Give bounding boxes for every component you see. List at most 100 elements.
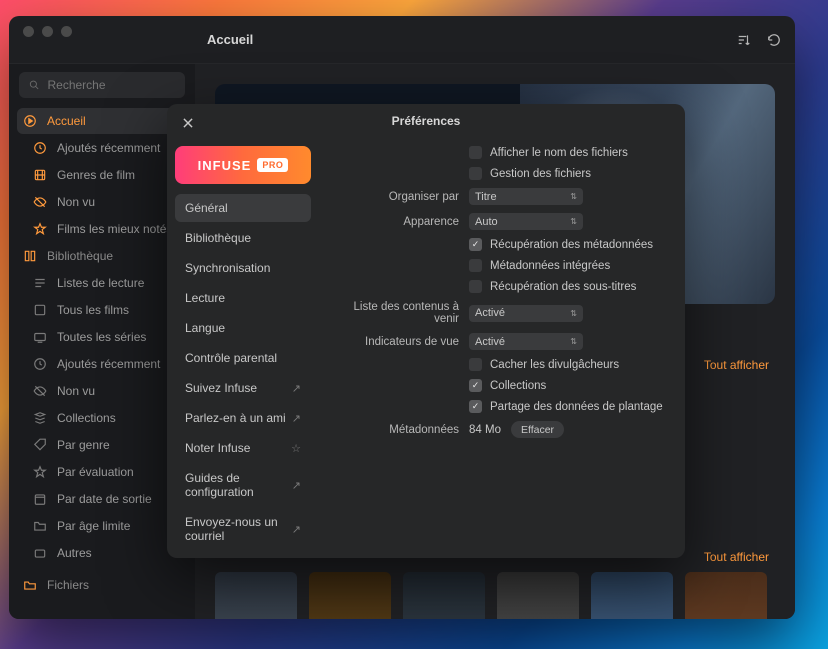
checkbox-collections[interactable]: ✓ (469, 379, 482, 392)
close-window-button[interactable] (23, 26, 34, 37)
eye-off-icon (33, 195, 47, 209)
tab-tell[interactable]: Parlez-en à un ami↗ (175, 404, 311, 432)
minimize-window-button[interactable] (42, 26, 53, 37)
sidebar-item-label: Non vu (57, 195, 95, 209)
tab-follow[interactable]: Suivez Infuse↗ (175, 374, 311, 402)
sort-icon[interactable] (737, 33, 751, 47)
checkbox-file-mgmt[interactable] (469, 167, 482, 180)
sidebar-item-genres[interactable]: Genres de film (17, 162, 187, 188)
box-icon (33, 546, 47, 560)
tab-parental[interactable]: Contrôle parental (175, 344, 311, 372)
clear-metadata-button[interactable]: Effacer (511, 421, 564, 438)
checkbox-subs-fetch[interactable] (469, 280, 482, 293)
preferences-dialog: Préférences INFUSE PRO Général Bibliothè… (167, 104, 685, 558)
external-link-icon: ↗ (292, 479, 301, 492)
refresh-icon[interactable] (767, 33, 781, 47)
sidebar-item-bygenre[interactable]: Par genre (17, 432, 187, 458)
sidebar-item-recent2[interactable]: Ajoutés récemment (17, 351, 187, 377)
form-label: Organiser par (327, 191, 469, 203)
sidebar-item-allseries[interactable]: Toutes les séries (17, 324, 187, 350)
form-label: Collections (490, 380, 546, 392)
sidebar-item-allfilms[interactable]: Tous les films (17, 297, 187, 323)
sidebar-item-byrating[interactable]: Par évaluation (17, 459, 187, 485)
tab-playback[interactable]: Lecture (175, 284, 311, 312)
select-organise-by[interactable]: Titre⇅ (469, 188, 583, 205)
infuse-logo-text: INFUSE (198, 158, 252, 173)
tab-rate[interactable]: Noter Infuse☆ (175, 434, 311, 462)
infuse-pro-banner[interactable]: INFUSE PRO (175, 146, 311, 184)
checkbox-meta-embedded[interactable] (469, 259, 482, 272)
tab-guides[interactable]: Guides de configuration↗ (175, 464, 311, 506)
sidebar-item-label: Genres de film (57, 168, 135, 182)
tab-email[interactable]: Envoyez-nous un courriel↗ (175, 508, 311, 550)
tab-label: Suivez Infuse (185, 381, 257, 395)
sidebar-item-unseen[interactable]: Non vu (17, 189, 187, 215)
sidebar-item-unseen2[interactable]: Non vu (17, 378, 187, 404)
sidebar-item-label: Par âge limite (57, 519, 130, 533)
sidebar-item-label: Par genre (57, 438, 110, 452)
show-all-link[interactable]: Tout afficher (704, 358, 769, 372)
maximize-window-button[interactable] (61, 26, 72, 37)
sidebar-item-top[interactable]: Films les mieux notés (17, 216, 187, 242)
poster-item[interactable]: THE FIRST SEASON (215, 572, 297, 619)
form-label: Indicateurs de vue (327, 336, 469, 348)
sidebar-item-label: Non vu (57, 384, 95, 398)
tab-label: Général (185, 201, 228, 215)
sidebar-item-label: Accueil (47, 114, 86, 128)
select-value: Auto (475, 216, 498, 228)
sidebar-item-label: Listes de lecture (57, 276, 144, 290)
sidebar-item-byage[interactable]: Par âge limite (17, 513, 187, 539)
select-value: Activé (475, 307, 505, 319)
tab-label: Guides de configuration (185, 471, 292, 499)
checkbox-show-filenames[interactable] (469, 146, 482, 159)
preferences-tabs: INFUSE PRO Général Bibliothèque Synchron… (167, 104, 319, 558)
sidebar-item-collections[interactable]: Collections (17, 405, 187, 431)
form-label: Cacher les divulgâcheurs (490, 359, 619, 371)
tab-sync[interactable]: Synchronisation (175, 254, 311, 282)
checkbox-crash[interactable]: ✓ (469, 400, 482, 413)
checkbox-meta-fetch[interactable]: ✓ (469, 238, 482, 251)
sidebar-item-others[interactable]: Autres (17, 540, 187, 566)
poster-item[interactable] (309, 572, 391, 619)
poster-row: THE FIRST SEASON THE THIRD SEASON CAPTAI… (215, 572, 795, 619)
tab-label: Envoyez-nous un courriel (185, 515, 292, 543)
sidebar-section-files[interactable]: Fichiers (17, 572, 187, 598)
poster-item[interactable]: CAPTAIN AMERICA (591, 572, 673, 619)
external-link-icon: ↗ (292, 412, 301, 425)
library-icon (23, 249, 37, 263)
form-label: Afficher le nom des fichiers (490, 147, 628, 159)
checkbox-hide-spoilers[interactable] (469, 358, 482, 371)
sidebar-item-recent[interactable]: Ajoutés récemment (17, 135, 187, 161)
tab-library[interactable]: Bibliothèque (175, 224, 311, 252)
select-value: Activé (475, 336, 505, 348)
sidebar-item-label: Toutes les séries (57, 330, 146, 344)
chevron-updown-icon: ⇅ (570, 192, 577, 201)
search-input[interactable] (47, 78, 175, 92)
tab-general[interactable]: Général (175, 194, 311, 222)
poster-item[interactable]: THE THIRD SEASON (403, 572, 485, 619)
sidebar-item-home[interactable]: Accueil (17, 108, 187, 134)
window-controls (23, 26, 72, 37)
star-icon (33, 465, 47, 479)
form-label: Partage des données de plantage (490, 401, 663, 413)
sidebar-section-library[interactable]: Bibliothèque (17, 243, 187, 269)
tab-label: Synchronisation (185, 261, 270, 275)
close-icon[interactable] (181, 116, 195, 130)
form-label: Apparence (327, 216, 469, 228)
sidebar-item-bydate[interactable]: Par date de sortie (17, 486, 187, 512)
select-appearance[interactable]: Auto ⇅ (469, 213, 583, 230)
sidebar-item-playlists[interactable]: Listes de lecture (17, 270, 187, 296)
chevron-updown-icon: ⇅ (570, 309, 577, 318)
search-field[interactable] (19, 72, 185, 98)
select-watched[interactable]: Activé⇅ (469, 333, 583, 350)
select-upcoming[interactable]: Activé ⇅ (469, 305, 583, 322)
sidebar-item-label: Collections (57, 411, 116, 425)
show-all-link[interactable]: Tout afficher (704, 550, 769, 564)
page-title: Accueil (207, 32, 253, 47)
tab-label: Noter Infuse (185, 441, 250, 455)
tag-icon (33, 438, 47, 452)
tab-language[interactable]: Langue (175, 314, 311, 342)
chevron-updown-icon: ⇅ (570, 217, 577, 226)
poster-item[interactable] (497, 572, 579, 619)
poster-item[interactable]: THE FALCON (685, 572, 767, 619)
